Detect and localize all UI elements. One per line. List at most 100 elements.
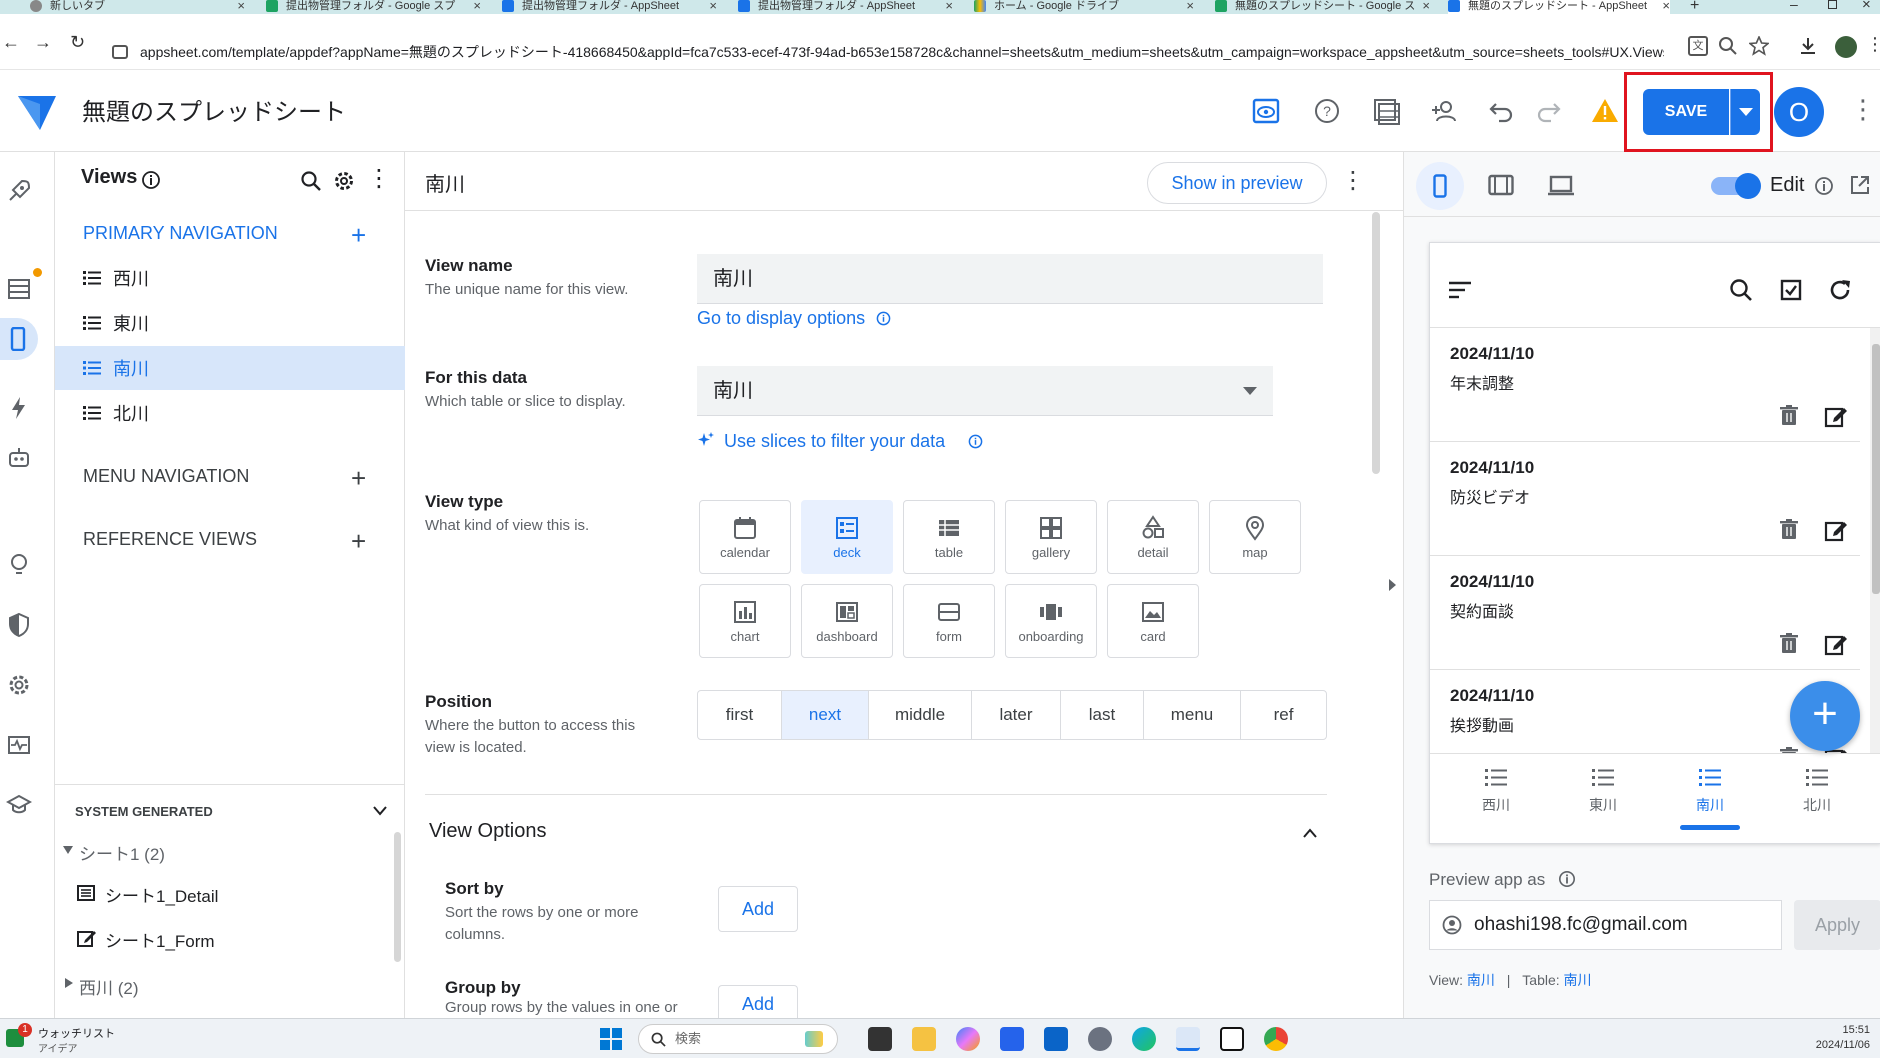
chevron-down-icon[interactable] <box>373 806 387 816</box>
view-type-onboarding[interactable]: onboarding <box>1005 584 1097 658</box>
position-last[interactable]: last <box>1060 690 1144 740</box>
new-tab-icon[interactable]: + <box>1690 0 1699 14</box>
system-item-sheet1-form[interactable]: シート1_Form <box>77 925 377 951</box>
task-view-icon[interactable] <box>868 1027 892 1051</box>
bottom-tab-kitakawa[interactable]: 北川 <box>1763 755 1871 831</box>
browser-tab[interactable]: 提出物管理フォルダ - AppSheet × <box>738 0 953 14</box>
close-icon[interactable]: × <box>1662 0 1670 12</box>
position-later[interactable]: later <box>971 690 1061 740</box>
gear-icon[interactable] <box>333 170 355 192</box>
appsheet-taskbar-icon[interactable] <box>1176 1027 1200 1051</box>
restore-icon[interactable] <box>1828 0 1837 9</box>
info-icon[interactable] <box>1558 870 1576 888</box>
close-icon[interactable]: × <box>945 0 953 12</box>
view-type-deck-selected[interactable]: deck <box>801 500 893 574</box>
add-menu-view-button[interactable]: + <box>351 465 366 491</box>
taskbar-search[interactable]: 検索 <box>638 1024 838 1054</box>
close-icon[interactable]: × <box>1186 0 1194 12</box>
apply-button[interactable]: Apply <box>1794 900 1880 950</box>
redo-icon[interactable] <box>1536 97 1564 125</box>
bottom-tab-nishikawa[interactable]: 西川 <box>1442 755 1550 831</box>
copilot-icon[interactable] <box>956 1027 980 1051</box>
collapse-arrow-icon[interactable] <box>1387 578 1397 592</box>
download-icon[interactable] <box>1798 36 1818 56</box>
trash-icon[interactable] <box>1778 746 1800 753</box>
undo-icon[interactable] <box>1486 97 1514 125</box>
menu-lines-icon[interactable] <box>1448 281 1472 299</box>
browser-tab-active[interactable]: 無題のスプレッドシート - AppSheet × <box>1448 0 1670 14</box>
view-type-dashboard[interactable]: dashboard <box>801 584 893 658</box>
settings-icon[interactable] <box>1088 1027 1112 1051</box>
view-type-chart[interactable]: chart <box>699 584 791 658</box>
system-group-nishikawa[interactable]: 西川 (2) <box>63 972 383 998</box>
search-icon[interactable] <box>1729 278 1753 302</box>
table-select[interactable]: 南川 <box>697 366 1273 416</box>
tablet-icon[interactable] <box>1488 174 1514 196</box>
deck-card[interactable]: 2024/11/10 契約面談 <box>1430 556 1860 670</box>
show-in-preview-button[interactable]: Show in preview <box>1147 162 1327 204</box>
browser-tab[interactable]: 提出物管理フォルダ - Google スプ × <box>266 0 481 14</box>
position-middle[interactable]: middle <box>868 690 972 740</box>
close-icon[interactable]: × <box>237 0 245 12</box>
edit-toggle[interactable] <box>1711 173 1761 199</box>
edge-icon[interactable] <box>1132 1027 1156 1051</box>
translate-icon[interactable]: 文 <box>1688 36 1708 56</box>
views-rail-item[interactable] <box>0 318 38 360</box>
scroll-thumb[interactable] <box>1872 344 1880 594</box>
outlook-icon[interactable] <box>1044 1027 1068 1051</box>
more-vert-icon[interactable]: ⋮ <box>1850 94 1876 125</box>
file-explorer-icon[interactable] <box>912 1027 936 1051</box>
forward-arrow-icon[interactable]: → <box>34 32 52 53</box>
main-scrollbar[interactable] <box>1372 212 1380 474</box>
view-type-table[interactable]: table <box>903 500 995 574</box>
position-next-selected[interactable]: next <box>781 690 869 740</box>
position-ref[interactable]: ref <box>1240 690 1327 740</box>
browser-tab[interactable]: 新しいタブ × <box>30 0 245 14</box>
info-icon[interactable] <box>141 170 161 190</box>
close-window-icon[interactable]: × <box>1862 0 1871 13</box>
more-vert-icon[interactable]: ⋮ <box>1866 34 1880 55</box>
view-type-detail[interactable]: detail <box>1107 500 1199 574</box>
minimize-icon[interactable]: – <box>1790 0 1798 12</box>
close-icon[interactable]: × <box>709 0 717 12</box>
bottom-tab-minamikawa-selected[interactable]: 南川 <box>1656 755 1764 831</box>
add-person-icon[interactable] <box>1430 97 1458 125</box>
edit-icon[interactable] <box>1824 518 1848 542</box>
view-type-gallery[interactable]: gallery <box>1005 500 1097 574</box>
position-first[interactable]: first <box>697 690 782 740</box>
view-link[interactable]: 南川 <box>1467 972 1495 988</box>
system-group-sheet1[interactable]: シート1 (2) <box>63 838 383 864</box>
bot-icon[interactable] <box>6 445 32 471</box>
rocket-icon[interactable] <box>6 178 32 204</box>
left-panel-scrollbar[interactable] <box>394 832 401 962</box>
more-vert-icon[interactable]: ⋮ <box>1341 166 1365 195</box>
checkbox-select-icon[interactable] <box>1780 279 1802 301</box>
browser-tab[interactable]: 無題のスプレッドシート - Google ス × <box>1215 0 1430 14</box>
use-slices-link[interactable]: Use slices to filter your data <box>697 431 983 452</box>
more-vert-icon[interactable]: ⋮ <box>367 164 391 193</box>
search-icon[interactable] <box>300 170 322 192</box>
bottom-tab-higashikawa[interactable]: 東川 <box>1549 755 1657 831</box>
view-type-calendar[interactable]: calendar <box>699 500 791 574</box>
windows-start-icon[interactable] <box>600 1028 622 1050</box>
edit-icon[interactable] <box>1824 404 1848 428</box>
refresh-icon[interactable] <box>1828 278 1852 302</box>
trash-icon[interactable] <box>1778 404 1800 426</box>
info-icon[interactable] <box>1814 176 1834 196</box>
save-dropdown-button[interactable] <box>1730 89 1760 135</box>
user-avatar[interactable]: O <box>1774 87 1824 137</box>
nav-item-minamikawa-selected[interactable]: 南川 <box>55 346 405 390</box>
browser-tab[interactable]: 提出物管理フォルダ - AppSheet × <box>502 0 717 14</box>
school-cap-icon[interactable] <box>6 792 32 818</box>
view-type-form[interactable]: form <box>903 584 995 658</box>
back-arrow-icon[interactable]: ← <box>2 32 20 53</box>
nav-item-higashikawa[interactable]: 東川 <box>55 301 405 345</box>
nav-item-kitakawa[interactable]: 北川 <box>55 391 405 435</box>
chrome-taskbar-icon[interactable] <box>1264 1027 1288 1051</box>
chevron-up-icon[interactable] <box>1303 828 1317 838</box>
system-item-sheet1-detail[interactable]: シート1_Detail <box>77 880 377 906</box>
bookmark-star-icon[interactable] <box>1749 36 1769 56</box>
preview-email-input[interactable]: ohashi198.fc@gmail.com <box>1429 900 1782 950</box>
view-name-input[interactable]: 南川 <box>697 254 1323 304</box>
device-phone-button[interactable] <box>1416 162 1464 210</box>
